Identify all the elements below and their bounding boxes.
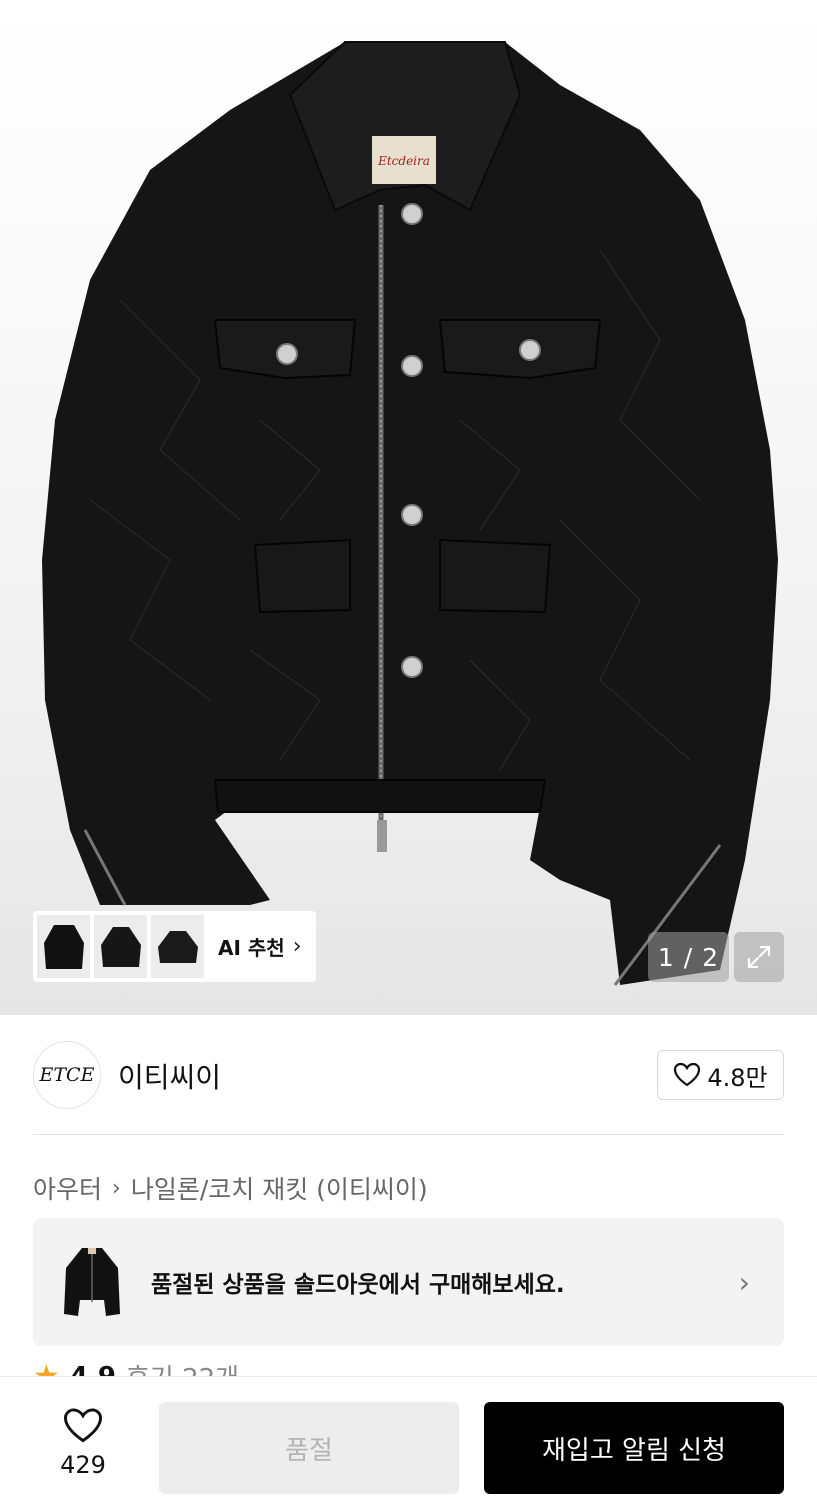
chevron-right-icon: › — [738, 1265, 750, 1299]
brand-like-count: 4.8만 — [707, 1063, 768, 1092]
brand-logo-text: ETCE — [39, 1064, 95, 1086]
brand-like-button[interactable]: 4.8만 — [657, 1050, 784, 1100]
brand-name[interactable]: 이티씨이 — [118, 1056, 221, 1096]
ai-thumb-3[interactable] — [151, 915, 204, 978]
product-image: Etcdeira — [42, 41, 778, 986]
brand-logo[interactable]: ETCE — [33, 1041, 101, 1109]
expand-icon — [747, 945, 771, 969]
breadcrumb: 아우터 › 나일론/코치 재킷 (이티씨이) — [33, 1170, 428, 1206]
restock-notify-button[interactable]: 재입고 알림 신청 — [484, 1402, 784, 1494]
chevron-right-icon: › — [112, 1175, 121, 1201]
bottom-action-bar: 429 품절 재입고 알림 신청 — [0, 1376, 817, 1500]
divider — [33, 1134, 784, 1135]
image-pager: 1 / 2 — [648, 932, 729, 982]
ai-recommend-link[interactable]: AI 추천 › — [218, 932, 302, 961]
chevron-right-icon: › — [292, 934, 302, 959]
wishlist-button[interactable]: 429 — [50, 1407, 116, 1479]
soldout-button[interactable]: 품절 — [159, 1402, 459, 1494]
banner-product-thumb — [57, 1241, 127, 1323]
ai-recommend-strip[interactable]: AI 추천 › — [33, 911, 316, 982]
wishlist-count: 429 — [60, 1451, 106, 1479]
ai-thumb-2[interactable] — [94, 915, 147, 978]
ai-recommend-label: AI 추천 — [218, 936, 285, 960]
expand-button[interactable] — [734, 932, 784, 982]
product-image-gallery[interactable]: Etcdeira AI 추천 › 1 / 2 — [0, 0, 817, 1015]
soldout-market-banner[interactable]: 품절된 상품을 솔드아웃에서 구매해보세요. › — [33, 1218, 784, 1346]
ai-thumb-1[interactable] — [37, 915, 90, 978]
breadcrumb-subcategory[interactable]: 나일론/코치 재킷 (이티씨이) — [131, 1170, 428, 1206]
heart-icon — [674, 1062, 701, 1087]
banner-text: 품절된 상품을 솔드아웃에서 구매해보세요. — [151, 1272, 565, 1298]
heart-icon — [63, 1408, 103, 1443]
svg-text:Etcdeira: Etcdeira — [377, 154, 430, 168]
breadcrumb-category[interactable]: 아우터 — [33, 1170, 102, 1206]
